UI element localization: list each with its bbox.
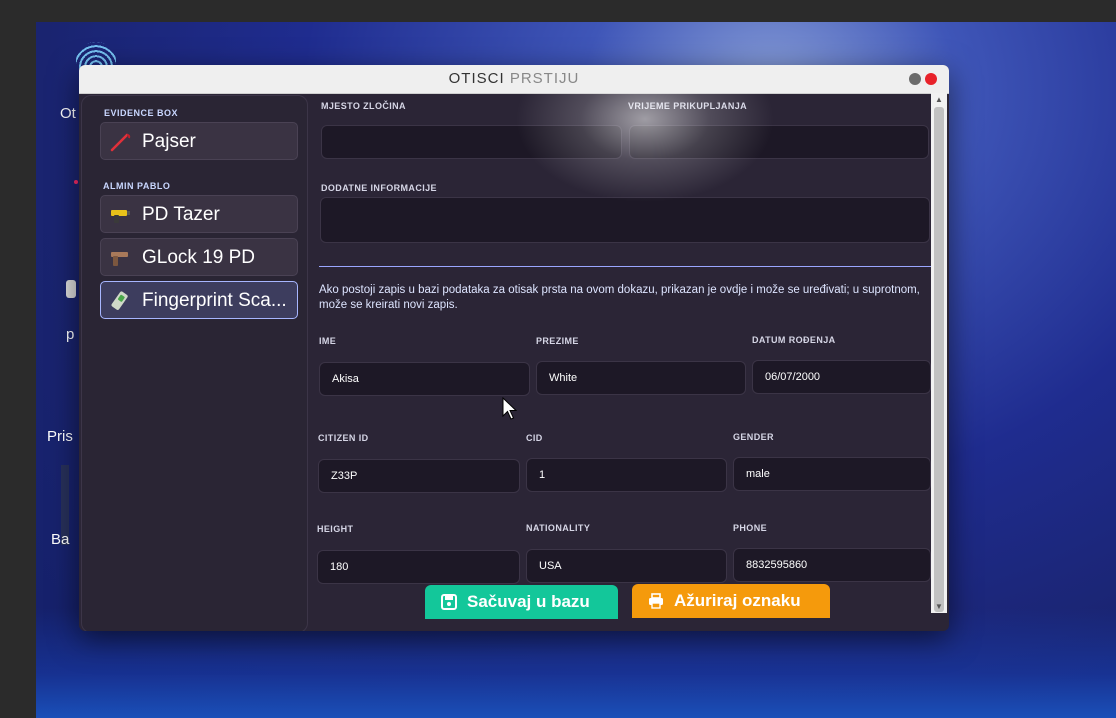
fingerprint-scanner-icon <box>111 291 128 310</box>
last-name-field[interactable]: White <box>536 361 746 395</box>
desktop-app-icon[interactable] <box>66 280 76 298</box>
scroll-down-icon[interactable]: ▼ <box>935 602 943 611</box>
gender-label: GENDER <box>733 432 774 442</box>
collection-time-label: VRIJEME PRIKUPLJANJA <box>628 101 748 111</box>
form-scrollbar[interactable]: ▲ ▼ <box>931 93 947 613</box>
scroll-up-icon[interactable]: ▲ <box>935 95 943 104</box>
print-icon <box>649 593 663 609</box>
update-tag-button[interactable]: Ažuriraj oznaku <box>632 584 830 618</box>
desktop-icon-label[interactable]: Ot <box>60 105 76 122</box>
desktop-icon-label[interactable]: Pris <box>47 428 73 445</box>
sidebar-item-fingerprint-scanner[interactable]: Fingerprint Sca... <box>100 281 298 319</box>
citizen-id-field[interactable]: Z33P <box>318 459 520 493</box>
phone-field[interactable]: 8832595860 <box>733 548 931 582</box>
nationality-field[interactable]: USA <box>526 549 727 583</box>
gender-field[interactable]: male <box>733 457 931 491</box>
nationality-label: NATIONALITY <box>526 523 591 533</box>
additional-info-field[interactable] <box>320 197 930 243</box>
group-label-evidence-box: EVIDENCE BOX <box>104 108 179 118</box>
first-name-label: IME <box>319 336 337 346</box>
crime-location-label: MJESTO ZLOČINA <box>321 101 406 111</box>
mouse-cursor-icon <box>502 397 518 420</box>
group-label-almin-pablo: ALMIN PABLO <box>103 181 171 191</box>
evidence-form: MJESTO ZLOČINA VRIJEME PRIKUPLJANJA DODA… <box>309 93 931 631</box>
sidebar-item-pajser[interactable]: Pajser <box>100 122 298 160</box>
notification-dot <box>74 180 78 184</box>
additional-info-label: DODATNE INFORMACIJE <box>321 183 437 193</box>
minimize-button[interactable] <box>909 73 921 85</box>
info-text: Ako postoji zapis u bazi podataka za oti… <box>319 284 920 311</box>
last-name-label: PREZIME <box>536 336 579 346</box>
window-title-accent: PRSTIJU <box>509 70 580 87</box>
save-button-label: Sačuvaj u bazu <box>467 592 590 611</box>
save-to-database-button[interactable]: Sačuvaj u bazu <box>425 585 618 619</box>
cid-field[interactable]: 1 <box>526 458 727 492</box>
desktop-icon-label[interactable]: Ba <box>51 531 69 548</box>
crowbar-icon <box>110 133 131 152</box>
window-title: OTISCI <box>448 70 505 87</box>
sidebar-item-label: GLock 19 PD <box>142 247 255 268</box>
sidebar-item-label: Fingerprint Sca... <box>142 290 287 311</box>
save-icon <box>441 594 457 610</box>
fingerprint-window: OTISCI PRSTIJU EVIDENCE BOX Pajser ALMIN… <box>79 65 949 631</box>
sidebar-item-pd-tazer[interactable]: PD Tazer <box>100 195 298 233</box>
height-field[interactable]: 180 <box>317 550 520 584</box>
phone-label: PHONE <box>733 523 768 533</box>
crime-location-field[interactable] <box>321 125 622 159</box>
height-label: HEIGHT <box>317 524 354 534</box>
scrollbar-thumb[interactable] <box>934 107 944 612</box>
cid-label: CID <box>526 433 543 443</box>
window-titlebar[interactable]: OTISCI PRSTIJU <box>79 65 949 94</box>
close-button[interactable] <box>925 73 937 85</box>
dob-field[interactable]: 06/07/2000 <box>752 360 931 394</box>
update-button-label: Ažuriraj oznaku <box>674 591 801 610</box>
collection-time-field[interactable] <box>629 125 929 159</box>
taser-icon <box>111 210 130 223</box>
first-name-field[interactable]: Akisa <box>319 362 530 396</box>
sidebar-item-label: Pajser <box>142 131 196 152</box>
desktop-icon-label[interactable]: p <box>66 326 74 343</box>
dob-label: DATUM ROĐENJA <box>752 335 836 345</box>
sidebar-item-label: PD Tazer <box>142 204 220 225</box>
section-divider <box>319 266 931 267</box>
sidebar-item-glock-19-pd[interactable]: GLock 19 PD <box>100 238 298 276</box>
pistol-icon <box>111 252 128 266</box>
citizen-id-label: CITIZEN ID <box>318 433 369 443</box>
evidence-sidebar: EVIDENCE BOX Pajser ALMIN PABLO PD Tazer… <box>81 95 308 631</box>
